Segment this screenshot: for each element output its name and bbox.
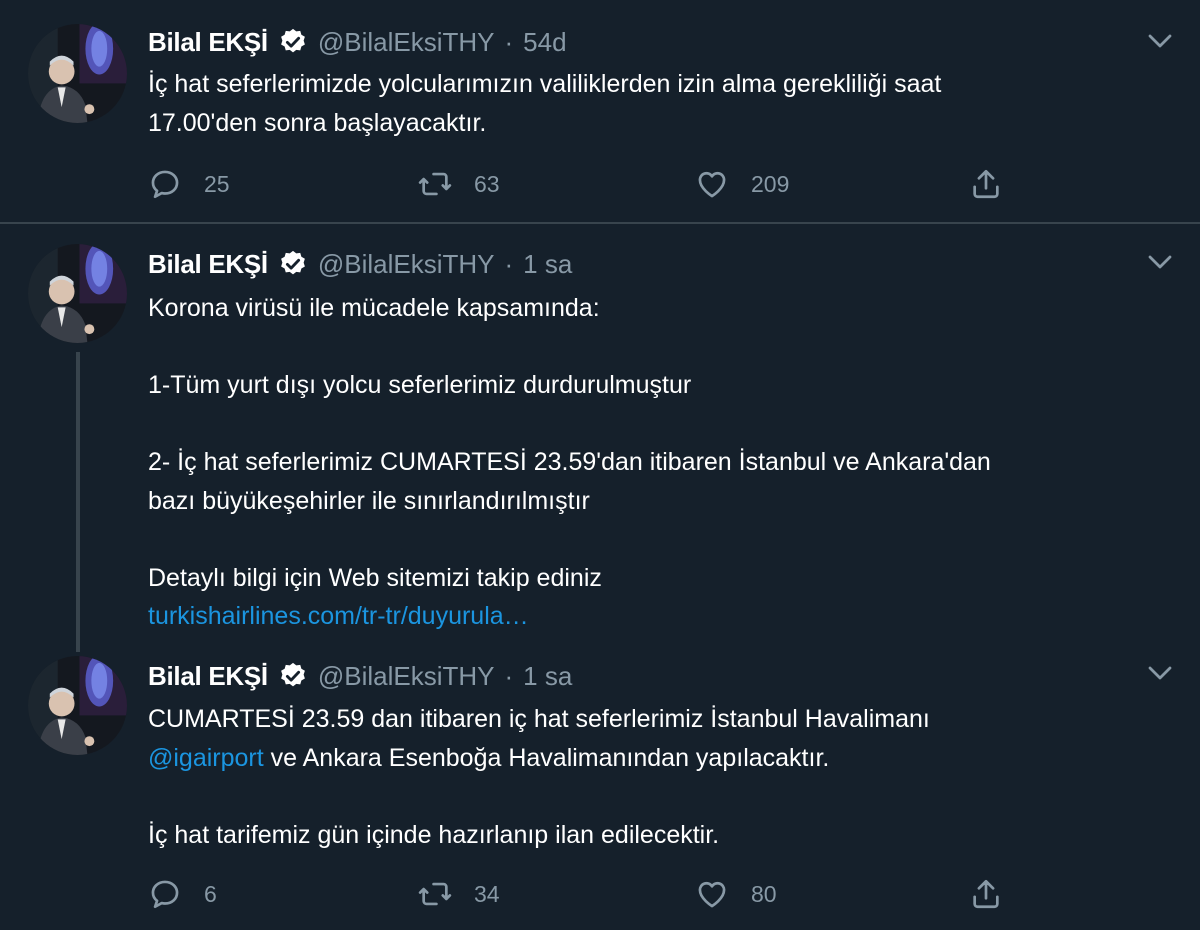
heart-icon bbox=[698, 171, 726, 198]
heart-icon bbox=[698, 881, 726, 908]
tweet-text-line: 1-Tüm yurt dışı yolcu seferlerimiz durdu… bbox=[148, 371, 692, 399]
mention-link[interactable]: @igairport bbox=[148, 744, 264, 772]
tweet-text-line: 17.00'den sonra başlayacaktır. bbox=[148, 108, 487, 137]
separator-dot: · bbox=[504, 660, 514, 691]
tweet-text-line: Korona virüsü ile mücadele kapsamında: bbox=[148, 294, 600, 322]
retweet-count: 63 bbox=[474, 170, 500, 197]
tweet-text: Korona virüsü ile mücadele kapsamında: 1… bbox=[148, 289, 1178, 636]
chevron-down-icon[interactable] bbox=[1145, 658, 1175, 688]
author-name[interactable]: Bilal EKŞİ bbox=[148, 27, 268, 58]
tweet-text-line: bazı büyükeşehirler ile sınırlandırılmış… bbox=[148, 486, 590, 515]
avatar-photo bbox=[28, 656, 127, 755]
tweet-divider bbox=[0, 222, 1200, 224]
reply-count: 25 bbox=[204, 170, 230, 197]
tweet-text-line: 2- İç hat seferlerimiz CUMARTESİ 23.59'd… bbox=[148, 448, 991, 476]
verified-badge-icon bbox=[280, 28, 305, 53]
tweet-timestamp[interactable]: 1 sa bbox=[523, 661, 572, 692]
thread-line bbox=[76, 352, 80, 652]
tweet-timestamp[interactable]: 1 sa bbox=[523, 249, 572, 280]
share-icon bbox=[973, 169, 999, 199]
reply-button[interactable]: 6 bbox=[148, 876, 217, 912]
reply-icon bbox=[151, 170, 179, 199]
tweet-timestamp[interactable]: 54d bbox=[523, 27, 566, 58]
separator-dot: · bbox=[504, 248, 514, 279]
avatar-photo bbox=[28, 24, 127, 123]
retweet-button[interactable]: 34 bbox=[418, 876, 500, 912]
retweet-button[interactable]: 63 bbox=[418, 166, 500, 202]
tweet-text-line: CUMARTESİ 23.59 dan itibaren iç hat sefe… bbox=[148, 705, 930, 733]
retweet-icon bbox=[418, 172, 452, 196]
reply-button[interactable]: 25 bbox=[148, 166, 230, 202]
like-button[interactable]: 209 bbox=[695, 166, 789, 202]
tweet-text-line: İç hat tarifemiz gün içinde hazırlanıp i… bbox=[148, 820, 720, 849]
chevron-down-icon[interactable] bbox=[1145, 247, 1175, 277]
avatar-photo bbox=[28, 244, 127, 343]
share-button[interactable] bbox=[969, 876, 1003, 912]
website-link[interactable]: turkishairlines.com/tr-tr/duyurula… bbox=[148, 602, 529, 630]
verified-badge-icon bbox=[280, 662, 305, 687]
avatar[interactable] bbox=[28, 24, 127, 123]
reply-count: 6 bbox=[204, 880, 217, 907]
tweet-text: İç hat seferlerimizde yolcularımızın val… bbox=[148, 65, 1178, 142]
avatar[interactable] bbox=[28, 244, 127, 343]
like-count: 209 bbox=[751, 170, 790, 197]
separator-dot: · bbox=[504, 26, 514, 57]
tweet-actions: 25 63 209 bbox=[148, 166, 1028, 202]
tweet-text: CUMARTESİ 23.59 dan itibaren iç hat sefe… bbox=[148, 700, 1178, 854]
share-button[interactable] bbox=[969, 166, 1003, 202]
tweet-text-line: İç hat seferlerimizde yolcularımızın val… bbox=[148, 70, 942, 98]
retweet-count: 34 bbox=[474, 880, 500, 907]
author-handle[interactable]: @BilalEksiTHY bbox=[318, 661, 495, 692]
author-name[interactable]: Bilal EKŞİ bbox=[148, 249, 268, 280]
author-name[interactable]: Bilal EKŞİ bbox=[148, 661, 268, 692]
author-handle[interactable]: @BilalEksiTHY bbox=[318, 249, 495, 280]
verified-badge-icon bbox=[280, 250, 305, 275]
chevron-down-icon[interactable] bbox=[1145, 26, 1175, 56]
tweet-text-line: ve Ankara Esenboğa Havalimanından yapıla… bbox=[270, 743, 830, 772]
retweet-icon bbox=[418, 882, 452, 906]
like-count: 80 bbox=[751, 880, 777, 907]
avatar[interactable] bbox=[28, 656, 127, 755]
tweet-actions: 6 34 80 bbox=[148, 876, 1028, 912]
share-icon bbox=[973, 879, 999, 909]
author-handle[interactable]: @BilalEksiTHY bbox=[318, 27, 495, 58]
tweet-text-line: Detaylı bilgi için Web sitemizi takip ed… bbox=[148, 563, 602, 592]
like-button[interactable]: 80 bbox=[695, 876, 777, 912]
reply-icon bbox=[151, 880, 179, 909]
